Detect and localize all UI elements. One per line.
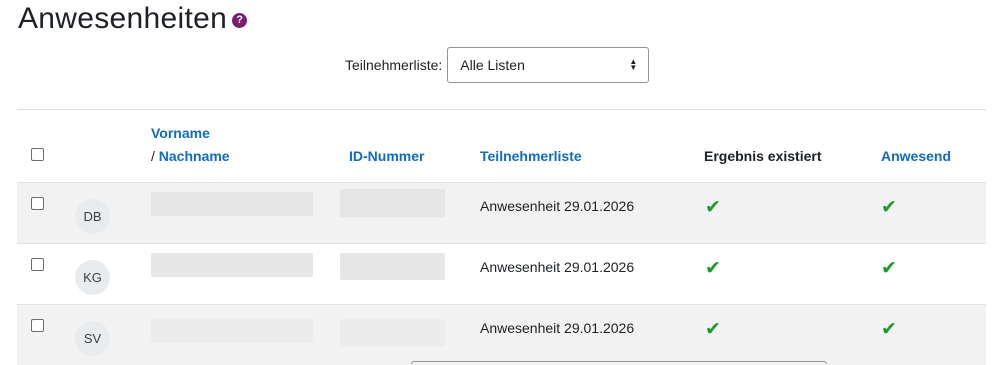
redacted-name <box>151 319 313 343</box>
row-checkbox[interactable] <box>31 197 44 210</box>
table-header: Vorname / Nachname ID-Nummer Teilnehmerl… <box>17 110 986 182</box>
lastname-separator: / <box>151 148 159 164</box>
redacted-id <box>340 189 445 217</box>
avatar[interactable]: KG <box>75 260 110 295</box>
help-icon[interactable]: ? <box>232 12 248 28</box>
table-row: SV Anwesenheit 29.01.2026 ✔ ✔ <box>17 304 986 365</box>
select-arrows-icon: ▲ ▼ <box>629 57 638 72</box>
page-title: Anwesenheiten <box>18 2 228 35</box>
result-check-icon: ✔ <box>705 197 721 218</box>
list-select[interactable]: Alle Listen ▲ ▼ <box>447 47 650 83</box>
redacted-id <box>340 319 445 346</box>
avatar[interactable]: DB <box>75 199 110 234</box>
table-row: DB Anwesenheit 29.01.2026 ✔ ✔ <box>17 182 986 243</box>
sort-idnumber-link[interactable]: ID-Nummer <box>349 148 424 164</box>
list-filter: Teilnehmerliste: Alle Listen ▲ ▼ <box>345 47 650 83</box>
redacted-id <box>340 253 445 280</box>
row-list-name: Anwesenheit 29.01.2026 <box>480 259 635 275</box>
result-check-icon: ✔ <box>705 258 721 279</box>
select-all-checkbox[interactable] <box>31 148 44 161</box>
sort-firstname-link[interactable]: Vorname <box>151 125 210 141</box>
sort-list-link[interactable]: Teilnehmerliste <box>480 148 582 164</box>
result-check-icon: ✔ <box>705 319 721 340</box>
present-check-icon: ✔ <box>881 258 897 279</box>
table-row: KG Anwesenheit 29.01.2026 ✔ ✔ <box>17 243 986 304</box>
list-select-value: Alle Listen <box>460 57 525 73</box>
sort-lastname-link[interactable]: Nachname <box>159 148 230 164</box>
lastname-header: / Nachname <box>151 148 230 164</box>
attendance-table: Vorname / Nachname ID-Nummer Teilnehmerl… <box>17 109 986 365</box>
filter-label: Teilnehmerliste: <box>345 57 443 73</box>
present-check-icon: ✔ <box>881 197 897 218</box>
present-check-icon: ✔ <box>881 319 897 340</box>
avatar[interactable]: SV <box>75 321 110 356</box>
row-list-name: Anwesenheit 29.01.2026 <box>480 320 635 336</box>
sort-present-link[interactable]: Anwesend <box>881 148 951 164</box>
row-checkbox[interactable] <box>31 258 44 271</box>
redacted-name <box>151 192 313 216</box>
row-list-name: Anwesenheit 29.01.2026 <box>480 198 635 214</box>
result-header: Ergebnis existiert <box>704 148 822 164</box>
redacted-name <box>151 253 313 277</box>
page-header: Anwesenheiten ? <box>18 2 248 36</box>
row-checkbox[interactable] <box>31 319 44 332</box>
